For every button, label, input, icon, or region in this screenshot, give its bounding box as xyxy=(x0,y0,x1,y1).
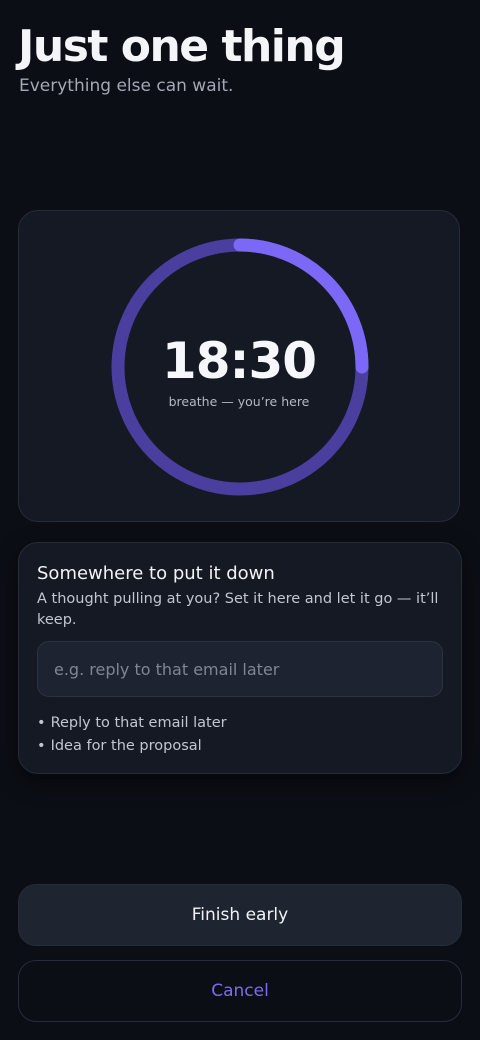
list-item: • Reply to that email later xyxy=(37,712,227,735)
page-title: Just one thing xyxy=(18,21,346,72)
list-item: • Idea for the proposal xyxy=(37,735,227,758)
parking-lot-heading: Somewhere to put it down xyxy=(37,563,275,584)
list-item-text: Reply to that email later xyxy=(50,715,227,731)
finish-early-button[interactable]: Finish early xyxy=(18,884,462,946)
list-item-text: Idea for the proposal xyxy=(50,738,202,754)
parking-lot-help-text: A thought pulling at you? Set it here an… xyxy=(37,591,439,628)
page-subtitle: Everything else can wait. xyxy=(19,76,234,96)
bullet: • xyxy=(37,738,46,754)
timer-caption: breathe — you’re here xyxy=(168,394,310,409)
cancel-button[interactable]: Cancel xyxy=(18,960,462,1022)
thought-input[interactable] xyxy=(37,641,443,697)
parking-lot-card: Somewhere to put it down A thought pulli… xyxy=(18,542,462,774)
parked-thoughts-list: • Reply to that email later • Idea for the… xyxy=(37,712,227,758)
bullet: • xyxy=(37,715,46,731)
timer-value: 18:30 xyxy=(161,332,317,390)
timer-card: 18:30 breathe — you’re here xyxy=(18,210,460,522)
